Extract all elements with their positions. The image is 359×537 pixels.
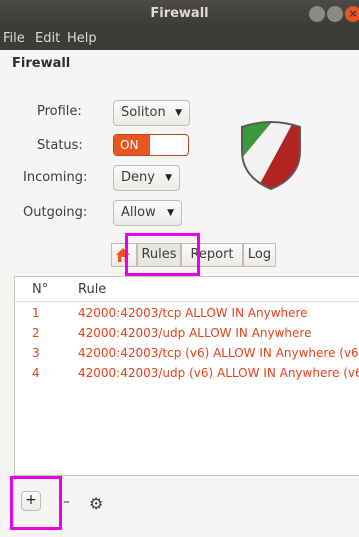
tab-report[interactable]: Report: [181, 243, 243, 267]
table-row[interactable]: 2 42000:42003/udp ALLOW IN Anywhere: [15, 325, 359, 344]
rule-number: 2: [32, 326, 40, 340]
window-title: Firewall: [150, 6, 209, 21]
rule-text: 42000:42003/tcp ALLOW IN Anywhere: [78, 306, 308, 320]
table-row[interactable]: 4 42000:42003/udp (v6) ALLOW IN Anywhere…: [15, 365, 359, 384]
table-row[interactable]: 1 42000:42003/tcp ALLOW IN Anywhere: [15, 305, 359, 324]
tab-home[interactable]: [111, 243, 137, 267]
menu-edit[interactable]: Edit: [35, 31, 60, 46]
dropdown-arrow-icon: ▼: [165, 173, 172, 183]
profile-value: Soliton: [121, 105, 166, 120]
close-button[interactable]: ×: [345, 6, 359, 22]
rule-number: 4: [32, 366, 40, 380]
incoming-select[interactable]: Deny ▼: [113, 165, 180, 191]
rule-number: 1: [32, 306, 40, 320]
section-title: Firewall: [12, 56, 71, 71]
rules-list[interactable]: N° Rule 1 42000:42003/tcp ALLOW IN Anywh…: [14, 276, 359, 476]
outgoing-select[interactable]: Allow ▼: [113, 200, 182, 226]
tab-rules[interactable]: Rules: [137, 243, 181, 267]
dropdown-arrow-icon: ▼: [175, 108, 182, 118]
status-label: Status:: [37, 138, 83, 153]
column-number-header[interactable]: N°: [32, 282, 48, 297]
remove-rule-button[interactable]: –: [63, 494, 70, 510]
outgoing-label: Outgoing:: [23, 205, 88, 220]
menu-file[interactable]: File: [3, 31, 25, 46]
table-row[interactable]: 3 42000:42003/tcp (v6) ALLOW IN Anywhere…: [15, 345, 359, 364]
tab-log[interactable]: Log: [243, 243, 276, 267]
maximize-button[interactable]: [327, 6, 343, 22]
add-rule-button[interactable]: +: [21, 491, 41, 511]
rule-text: 42000:42003/tcp (v6) ALLOW IN Anywhere (…: [78, 346, 359, 360]
title-bar: Firewall ×: [0, 0, 359, 28]
minimize-button[interactable]: [309, 6, 325, 22]
profile-label: Profile:: [37, 104, 82, 119]
status-toggle[interactable]: ON: [113, 134, 189, 156]
rule-text: 42000:42003/udp (v6) ALLOW IN Anywhere (…: [78, 366, 359, 380]
outgoing-value: Allow: [121, 205, 156, 220]
home-icon: [116, 248, 130, 262]
profile-select[interactable]: Soliton ▼: [113, 100, 190, 126]
column-rule-header[interactable]: Rule: [78, 282, 106, 297]
incoming-value: Deny: [121, 170, 155, 185]
menu-bar: File Edit Help: [0, 28, 359, 50]
menu-help[interactable]: Help: [67, 31, 97, 46]
close-icon: ×: [348, 7, 358, 20]
status-on-label: ON: [114, 135, 150, 155]
gear-icon[interactable]: ⚙: [89, 494, 103, 513]
rule-text: 42000:42003/udp ALLOW IN Anywhere: [78, 326, 312, 340]
list-header: N° Rule: [15, 277, 359, 302]
shield-icon: [241, 121, 301, 191]
dropdown-arrow-icon: ▼: [167, 208, 174, 218]
incoming-label: Incoming:: [23, 170, 88, 185]
rule-number: 3: [32, 346, 40, 360]
